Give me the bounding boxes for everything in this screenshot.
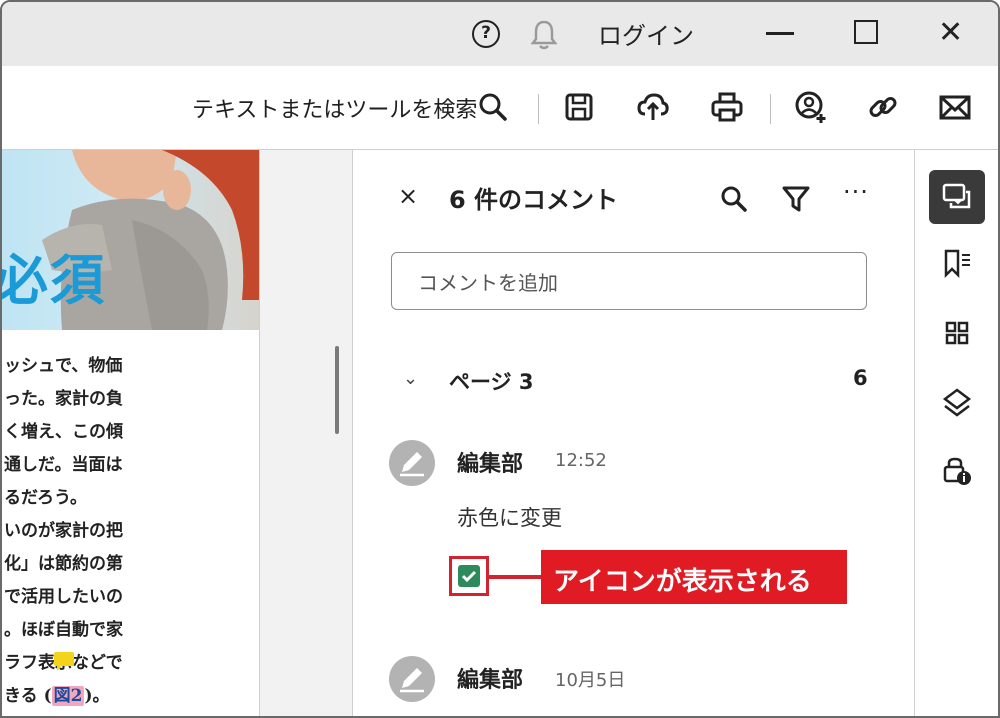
comments-panel-title: 6 件のコメント (449, 186, 619, 214)
comments-panel: × 6 件のコメント ··· コメントを追加 ⌄ ページ 3 6 編集部 12:… (352, 150, 914, 716)
annotation-callout: アイコンが表示される (541, 550, 847, 604)
document-page: 必須 ッシュで、物価 った。家計の負 く増え、この傾 通しだ。当面は るだろう。いのが家… (2, 150, 260, 716)
comment-time: 12:52 (555, 450, 607, 471)
login-button[interactable]: ログイン (598, 16, 694, 51)
article-line: で活用したいの (4, 587, 123, 607)
add-comment-input[interactable]: コメントを追加 (391, 252, 867, 310)
minimize-icon[interactable] (766, 32, 794, 35)
upload-icon[interactable] (636, 90, 670, 124)
chevron-down-icon[interactable]: ⌄ (403, 368, 418, 389)
close-window-icon[interactable]: ✕ (938, 16, 963, 50)
article-photo: 必須 (2, 150, 259, 330)
page-group-count: 6 (853, 366, 868, 390)
app-window: ? ログイン ✕ テキストまたはツールを検索 必須 ッシュで、物価 った。家計の… (0, 0, 1000, 718)
help-icon[interactable]: ? (472, 20, 500, 48)
callout-connector (489, 575, 541, 579)
maximize-icon[interactable] (854, 20, 878, 44)
comment-author: 編集部 (457, 668, 524, 693)
comment-author: 編集部 (457, 452, 524, 477)
article-line-last: きる (図2)。 (4, 680, 123, 713)
document-view[interactable]: 必須 ッシュで、物価 った。家計の負 く増え、この傾 通しだ。当面は るだろう。いのが家… (2, 150, 352, 716)
more-options-icon[interactable]: ··· (843, 178, 869, 206)
bookmarks-icon[interactable] (929, 236, 985, 290)
thumbnails-icon[interactable] (929, 306, 985, 360)
figure-reference-highlight[interactable]: 図2 (51, 686, 85, 706)
article-line-prefix: きる ( (4, 686, 52, 706)
comment-text: 赤色に変更 (457, 506, 562, 530)
search-comments-icon[interactable] (719, 184, 749, 214)
layers-icon[interactable] (929, 376, 985, 430)
right-rail (914, 150, 998, 716)
comment-time: 10月5日 (555, 670, 626, 691)
article-line: 。ほぼ自動で家 (4, 620, 123, 640)
toolbar-divider (770, 94, 771, 124)
print-icon[interactable] (710, 90, 744, 124)
page-group-label[interactable]: ページ 3 (449, 366, 534, 396)
article-line: 通しだ。当面は (4, 455, 123, 475)
toolbar-divider (538, 94, 539, 124)
article-line-suffix: )。 (84, 686, 110, 706)
article-line: るだろう。 (4, 488, 87, 508)
accessibility-icon[interactable] (929, 444, 985, 498)
search-icon[interactable] (476, 90, 510, 124)
bell-icon[interactable] (529, 18, 559, 54)
article-line: った。家計の負 (4, 389, 123, 409)
comment-note-icon[interactable] (54, 652, 74, 671)
article-line: 化」は節約の第 (4, 554, 123, 574)
article-line: いのが家計の把 (4, 521, 123, 541)
comments-icon[interactable] (929, 170, 985, 224)
mail-icon[interactable] (938, 90, 972, 124)
filter-icon[interactable] (781, 184, 811, 214)
tool-search-label[interactable]: テキストまたはツールを検索 (192, 92, 477, 124)
share-user-icon[interactable] (794, 90, 828, 124)
article-line: く増え、この傾 (4, 422, 123, 442)
toolbar: テキストまたはツールを検索 (2, 66, 998, 150)
close-panel-icon[interactable]: × (398, 182, 418, 210)
panel-resize-handle[interactable] (335, 346, 339, 434)
link-icon[interactable] (866, 90, 900, 124)
title-bar: ? ログイン ✕ (2, 2, 998, 66)
avatar (389, 656, 435, 702)
avatar (389, 440, 435, 486)
save-icon[interactable] (562, 90, 596, 124)
article-line: ッシュで、物価 (4, 356, 123, 376)
completed-checkmark-icon[interactable] (449, 556, 489, 596)
article-headline: 必須 (2, 248, 106, 312)
